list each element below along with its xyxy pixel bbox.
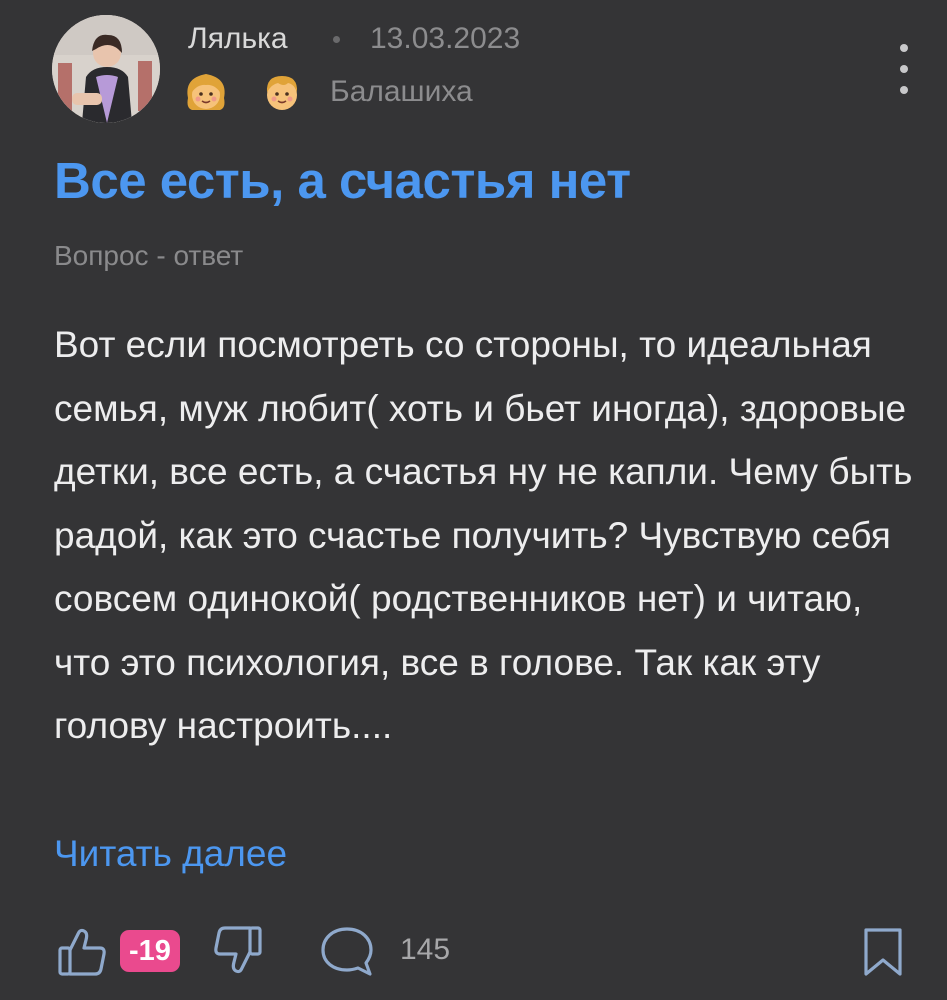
thumbs-up-icon[interactable]	[56, 926, 108, 978]
author-name[interactable]: Лялька	[188, 22, 288, 56]
more-dot	[900, 65, 908, 73]
rating-score-badge: -19	[120, 930, 180, 972]
post-category[interactable]: Вопрос - ответ	[54, 238, 243, 274]
more-dot	[900, 86, 908, 94]
thumbs-down-icon[interactable]	[212, 924, 264, 976]
post-date: 13.03.2023	[370, 22, 521, 55]
post-title[interactable]: Все есть, а счастья нет	[54, 150, 631, 212]
girl-face-icon	[182, 68, 230, 116]
author-city: Балашиха	[330, 75, 473, 108]
comment-icon[interactable]	[318, 924, 376, 978]
comment-count[interactable]: 145	[400, 932, 450, 968]
avatar-photo	[52, 15, 160, 123]
more-dot	[900, 44, 908, 52]
more-options-icon[interactable]	[889, 44, 919, 94]
post-body[interactable]: Вот если посмотреть со стороны, то идеал…	[54, 313, 914, 758]
post-card: Лялька 13.03.2023 Балашиха Все есть, а с…	[0, 0, 947, 1000]
bookmark-icon[interactable]	[860, 926, 906, 978]
boy-face-icon	[258, 68, 306, 116]
avatar[interactable]	[52, 15, 160, 123]
read-more-link[interactable]: Читать далее	[54, 830, 287, 878]
separator-dot	[333, 36, 340, 43]
